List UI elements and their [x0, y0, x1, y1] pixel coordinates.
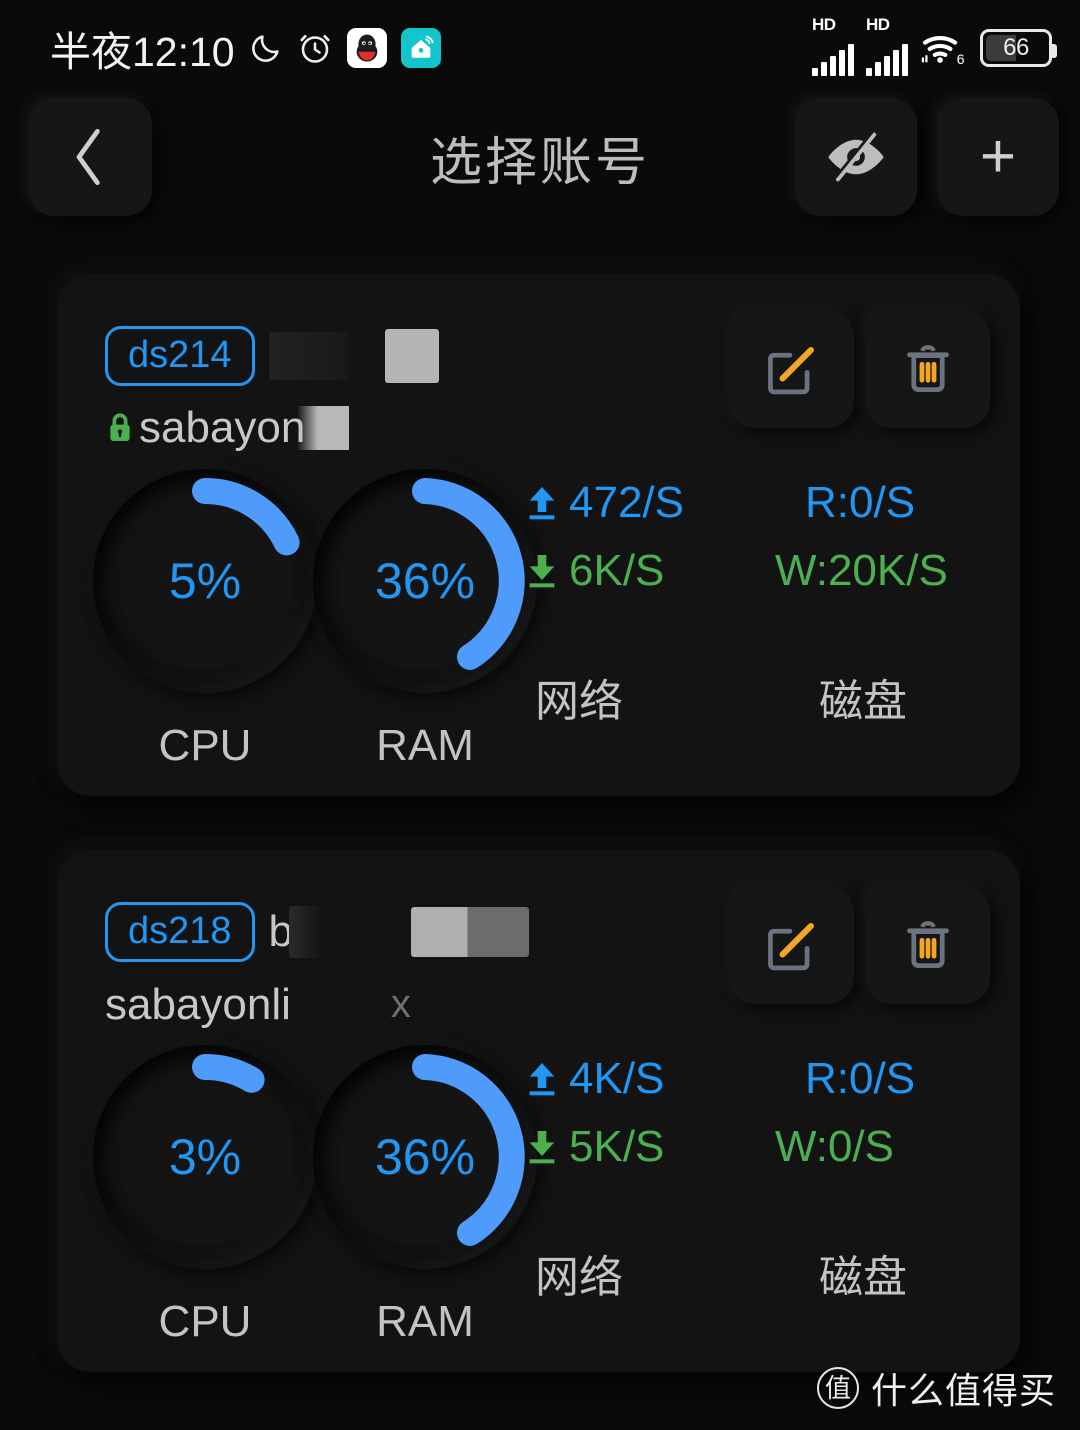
disk-read-value: R:0/S: [805, 478, 916, 527]
account-metrics: 3% CPU 36% RAM 4K/S 5K/S 网络 R:0/S W:0/S …: [57, 1045, 1020, 1347]
account-card-header: ds214 sabayon: [105, 326, 439, 450]
trash-icon: [907, 345, 949, 393]
ram-value: 36%: [374, 553, 476, 609]
eye-off-icon: [828, 132, 884, 182]
account-card-actions: [730, 886, 990, 1004]
ram-value: 36%: [374, 1129, 476, 1185]
disk-read-row: R:0/S: [769, 469, 1029, 537]
redaction-block: [411, 907, 530, 957]
disk-write-value: W:20K/S: [775, 546, 948, 595]
account-metrics: 5% CPU 36% RAM 472/S 6K/S 网络 R:0/S W:20K…: [57, 469, 1020, 771]
ram-label: RAM: [376, 721, 474, 770]
plus-icon: +: [979, 122, 1017, 191]
cpu-label: CPU: [158, 1297, 252, 1346]
svg-text:6: 6: [957, 51, 965, 66]
nas-app-icon: [400, 27, 441, 68]
disk-read-row: R:0/S: [769, 1045, 1029, 1113]
disk-stats: R:0/S W:20K/S 磁盘: [769, 469, 1029, 729]
redaction-block: [384, 329, 439, 383]
page-title: 选择账号: [429, 134, 650, 192]
network-upload-value: 4K/S: [569, 1054, 665, 1103]
delete-account-button[interactable]: [866, 886, 990, 1004]
network-upload-row: 4K/S: [525, 1045, 785, 1113]
delete-account-button[interactable]: [866, 310, 990, 428]
account-hostname: sabayonli: [105, 979, 291, 1029]
app-screen: 半夜12:10 HD HD 6 66 选择账号 + ds214 sabayon …: [0, 0, 1080, 1430]
edit-icon: [768, 923, 814, 971]
model-badge: ds214: [105, 326, 255, 386]
model-badge: ds218: [105, 902, 255, 962]
cpu-value: 3%: [168, 1129, 242, 1185]
network-upload-value: 472/S: [569, 478, 684, 527]
account-identity-row: ds214: [105, 326, 439, 386]
upload-arrow-icon: [525, 1059, 559, 1099]
ram-gauge: 36% RAM: [313, 469, 545, 771]
battery-level: 66: [1003, 33, 1029, 61]
account-card[interactable]: ds218 b sabayonli x 3% CPU 36% RAM 4K/S …: [57, 850, 1020, 1372]
account-hostname-row: sabayonli x: [105, 982, 529, 1027]
network-download-row: 6K/S: [525, 537, 785, 605]
cpu-value: 5%: [168, 553, 242, 609]
status-bar: 半夜12:10 HD HD 6 66: [0, 0, 1080, 95]
add-account-button[interactable]: +: [937, 98, 1059, 216]
account-extra-mark: x: [390, 982, 411, 1026]
network-upload-row: 472/S: [525, 469, 785, 537]
network-stats: 472/S 6K/S 网络: [525, 469, 785, 729]
status-bar-right: HD HD 6 66: [812, 16, 1057, 76]
ram-gauge: 36% RAM: [313, 1045, 545, 1347]
network-label: 网络: [535, 1253, 623, 1302]
download-arrow-icon: [525, 1127, 559, 1167]
toggle-visibility-button[interactable]: [795, 98, 917, 216]
trash-icon: [907, 921, 949, 969]
alarm-icon: [297, 30, 333, 66]
account-hostname: sabayon: [139, 403, 306, 452]
network-download-value: 5K/S: [569, 1122, 665, 1171]
account-hostname-row: sabayon: [105, 406, 439, 450]
cpu-gauge: 5% CPU: [93, 469, 325, 771]
disk-write-value: W:0/S: [775, 1122, 895, 1171]
app-header: 选择账号 +: [0, 95, 1080, 220]
disk-label: 磁盘: [819, 1253, 907, 1302]
status-bar-left: 半夜12:10: [50, 18, 441, 78]
redaction-block: [297, 406, 350, 450]
lock-icon: [105, 411, 135, 445]
network-download-row: 5K/S: [525, 1113, 785, 1181]
edit-icon: [768, 347, 814, 395]
wifi-icon: 6: [920, 29, 968, 67]
status-time: 半夜12:10: [50, 28, 235, 75]
watermark: 值 什么值得买: [816, 1362, 1056, 1414]
network-stats: 4K/S 5K/S 网络: [525, 1045, 785, 1305]
cpu-label: CPU: [158, 721, 252, 770]
disk-read-value: R:0/S: [805, 1054, 916, 1103]
redaction-block: [289, 906, 326, 958]
ram-label: RAM: [376, 1297, 474, 1346]
edit-account-button[interactable]: [730, 886, 854, 1004]
watermark-text: 什么值得买: [870, 1370, 1056, 1411]
upload-arrow-icon: [525, 483, 559, 523]
cpu-gauge: 3% CPU: [93, 1045, 325, 1347]
download-arrow-icon: [525, 551, 559, 591]
account-identity-row: ds218 b: [105, 902, 530, 962]
moon-icon: [249, 31, 283, 65]
network-label: 网络: [535, 677, 623, 726]
disk-label: 磁盘: [819, 677, 907, 726]
disk-write-row: W:20K/S: [769, 537, 1029, 605]
qq-icon: [346, 27, 387, 68]
smzdm-logo-icon: 值: [816, 1367, 859, 1409]
signal-1-icon: HD: [812, 16, 854, 76]
battery-icon: 66: [980, 28, 1057, 67]
network-download-value: 6K/S: [569, 546, 665, 595]
account-card-actions: [730, 310, 990, 428]
disk-write-row: W:0/S: [769, 1113, 1029, 1181]
edit-account-button[interactable]: [730, 310, 854, 428]
account-card-header: ds218 b sabayonli x: [105, 902, 530, 1027]
signal-2-hd-label: HD: [866, 14, 890, 34]
signal-2-icon: HD: [866, 16, 908, 76]
redaction-block: [268, 332, 349, 380]
signal-1-hd-label: HD: [812, 14, 836, 34]
disk-stats: R:0/S W:0/S 磁盘: [769, 1045, 1029, 1305]
account-card[interactable]: ds214 sabayon 5% CPU 36% RAM 472/S 6K/S …: [57, 274, 1020, 796]
